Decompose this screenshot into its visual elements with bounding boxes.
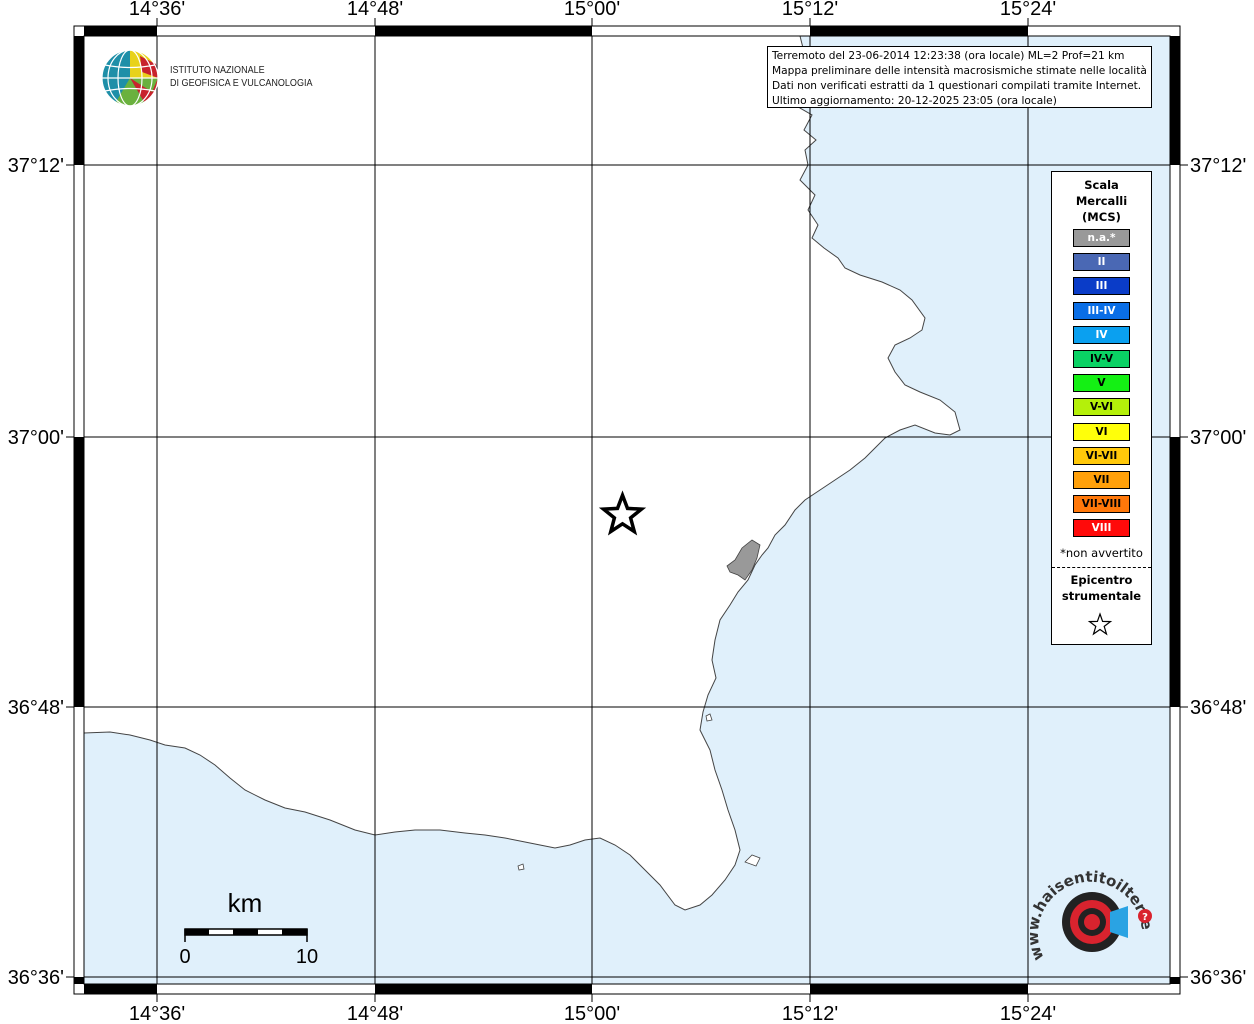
legend-title-line: (MCS) [1082,210,1121,224]
lon-labels-top: 14°36' 14°48' 15°00' 15°12' 15°24' [129,0,1056,20]
event-info-line: Dati non verificati estratti da 1 questi… [772,80,1142,92]
lon-tick-label: 14°48' [347,0,403,20]
lat-labels-right: 37°12' 37°00' 36°48' 36°36' [1190,155,1246,989]
lon-tick-label: 15°24' [1000,1003,1056,1024]
legend-swatch: II [1073,253,1130,272]
lat-tick-label: 37°12' [1190,155,1246,177]
mcs-legend: Scala Mercalli (MCS) n.a.* II III III-IV IV I… [1051,171,1152,645]
legend-swatch: VII [1073,471,1130,489]
lat-labels-left: 37°12' 37°00' 36°48' 36°36' [8,155,64,989]
legend-swatch: VIII [1073,519,1130,538]
lat-tick-label: 36°48' [8,697,64,719]
legend-swatch: III [1073,277,1130,296]
scale-min-label: 0 [179,946,190,968]
lat-tick-label: 37°12' [8,155,64,177]
lon-tick-label: 15°00' [564,0,620,20]
ingv-name-line: ISTITUTO NAZIONALE [170,64,265,76]
legend-note: *non avvertito [1060,546,1143,560]
legend-swatch: V-VI [1073,398,1130,417]
legend-star-icon [1087,612,1113,636]
lon-tick-label: 15°24' [1000,0,1056,20]
legend-epicenter-line: Epicentro [1070,573,1133,587]
lon-tick-label: 14°48' [347,1003,403,1024]
legend-epicenter-label: Epicentro strumentale [1052,572,1151,604]
legend-title: Scala Mercalli (MCS) [1052,177,1151,225]
event-info-line: Mappa preliminare delle intensità macros… [772,65,1147,77]
lon-tick-label: 14°36' [129,0,185,20]
legend-swatch: IV-V [1073,350,1130,368]
event-info-line: Terremoto del 23-06-2014 12:23:38 (ora l… [772,50,1125,62]
legend-epicenter-line: strumentale [1061,589,1142,603]
lon-tick-label: 15°00' [564,1003,620,1024]
lon-tick-label: 14°36' [129,1003,185,1024]
ingv-name-line: DI GEOFISICA E VULCANOLOGIA [170,77,313,89]
scale-max-label: 10 [296,946,318,968]
lon-tick-label: 15°12' [782,1003,838,1024]
legend-swatch: IV [1073,325,1130,344]
legend-title-line: Scala [1084,178,1119,192]
legend-title-line: Mercalli [1075,194,1128,208]
lon-tick-label: 15°12' [782,0,838,20]
scale-unit-label: km [228,888,263,918]
ingv-name: ISTITUTO NAZIONALE DI GEOFISICA E VULCAN… [170,64,313,90]
lat-tick-label: 36°36' [1190,967,1246,989]
lon-labels-bottom: 14°36' 14°48' 15°00' 15°12' 15°24' [129,1003,1056,1024]
haisentito-logo: www.haisentitoilterremoto.it ? [1022,844,1162,976]
legend-swatch: VI-VII [1073,446,1130,465]
legend-divider [1052,567,1151,568]
lat-tick-label: 36°48' [1190,697,1246,719]
lat-tick-label: 37°00' [1190,427,1246,449]
lat-tick-label: 37°00' [8,427,64,449]
event-info-line: Ultimo aggiornamento: 20-12-2025 23:05 (… [772,95,1057,107]
question-mark-icon: ? [1142,912,1148,923]
legend-swatch: III-IV [1073,301,1130,320]
legend-swatch: VII-VIII [1073,495,1130,514]
legend-swatch: VI [1073,422,1130,441]
legend-swatch: V [1073,374,1130,393]
ingv-globe-icon [101,49,159,107]
lat-tick-label: 36°36' [8,967,64,989]
event-info-box: Terremoto del 23-06-2014 12:23:38 (ora l… [767,46,1152,108]
legend-swatch: n.a.* [1073,229,1130,247]
scale-bar: km 0 10 [175,886,325,976]
